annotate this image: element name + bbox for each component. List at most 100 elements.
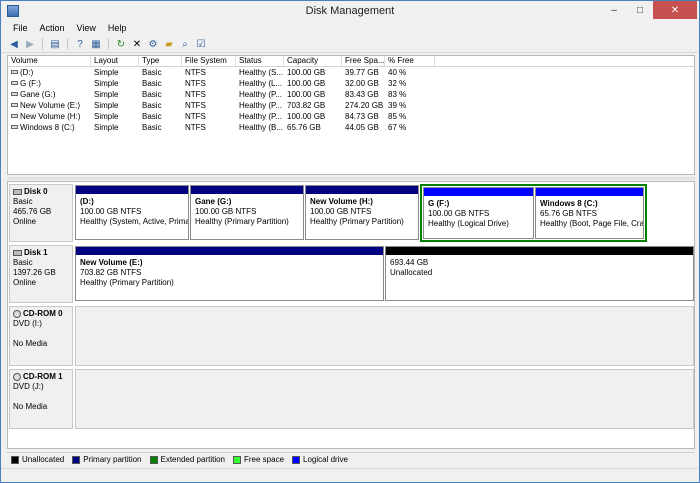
- legend: Unallocated Primary partition Extended p…: [7, 452, 695, 466]
- column-header-capacity[interactable]: Capacity: [284, 56, 342, 66]
- partition-f[interactable]: G (F:) 100.00 GB NTFS Healthy (Logical D…: [423, 187, 534, 239]
- cell-layout: Simple: [91, 111, 139, 122]
- cell-volume: New Volume (E:): [8, 100, 91, 111]
- column-header-percent-free[interactable]: % Free: [385, 56, 435, 66]
- cell-text: Simple: [94, 123, 119, 132]
- search-icon[interactable]: ⌕: [178, 37, 192, 51]
- disk-label-disk-1[interactable]: Disk 1 Basic 1397.26 GB Online: [9, 245, 73, 303]
- table-row[interactable]: Windows 8 (C:) Simple Basic NTFS Healthy (B.…: [8, 122, 694, 133]
- cell-layout: Simple: [91, 100, 139, 111]
- column-header-status[interactable]: Status: [236, 56, 284, 66]
- disk-label-cdrom-1[interactable]: CD-ROM 1 DVD (J:) No Media: [9, 369, 73, 429]
- cell-text: 84.73 GB: [345, 112, 379, 121]
- settings-icon[interactable]: ⚙: [146, 37, 160, 51]
- title-bar[interactable]: Disk Management – □ ✕: [1, 1, 699, 22]
- cell-status: Healthy (L...: [236, 78, 284, 89]
- partition-name: Gane (G:): [195, 197, 232, 206]
- menu-action[interactable]: Action: [34, 22, 71, 36]
- pane-splitter[interactable]: [7, 177, 695, 180]
- partition-c[interactable]: Windows 8 (C:) 65.76 GB NTFS Healthy (Bo…: [535, 187, 644, 239]
- cell-volume: Gane (G:): [8, 89, 91, 100]
- help-icon[interactable]: ?: [73, 37, 87, 51]
- disk-name: CD-ROM 1: [23, 372, 63, 381]
- volume-icon: [11, 114, 18, 118]
- cell-text: 100.00 GB: [287, 79, 326, 88]
- partition-name: Windows 8 (C:): [540, 199, 598, 208]
- cell-text: Healthy (P...: [239, 112, 282, 121]
- open-folder-icon[interactable]: ▰: [162, 37, 176, 51]
- cell-text: Basic: [142, 101, 162, 110]
- primary-partition-band: [191, 186, 303, 194]
- cell-volume: G (F:): [8, 78, 91, 89]
- legend-unallocated: Unallocated: [11, 455, 64, 464]
- menu-help[interactable]: Help: [102, 22, 133, 36]
- minimize-button[interactable]: –: [601, 1, 627, 19]
- cell-type: Basic: [139, 122, 182, 133]
- cell-text: Basic: [142, 90, 162, 99]
- table-row[interactable]: (D:) Simple Basic NTFS Healthy (S... 100.00 G…: [8, 67, 694, 78]
- volume-list-header: Volume Layout Type File System Status Ca…: [8, 56, 694, 67]
- cell-text: Basic: [142, 123, 162, 132]
- disk-label-disk-0[interactable]: Disk 0 Basic 465.76 GB Online: [9, 184, 73, 242]
- disk-type: DVD (J:): [13, 382, 44, 391]
- window-title: Disk Management: [305, 5, 395, 17]
- column-header-file-system[interactable]: File System: [182, 56, 236, 66]
- cdrom-0-media-area[interactable]: [75, 306, 694, 366]
- cell-text: 40 %: [388, 68, 407, 77]
- cell-volume: Windows 8 (C:): [8, 122, 91, 133]
- disk-view-icon[interactable]: ▤: [48, 37, 62, 51]
- cell-text: 85 %: [388, 112, 407, 121]
- partition-status: Healthy (Primary Partition): [195, 217, 289, 226]
- cell-status: Healthy (P...: [236, 111, 284, 122]
- forward-arrow-icon[interactable]: ▶: [23, 37, 37, 51]
- maximize-button[interactable]: □: [627, 1, 653, 19]
- column-header-layout[interactable]: Layout: [91, 56, 139, 66]
- disk-type: Basic: [13, 197, 33, 206]
- column-header-volume[interactable]: Volume: [8, 56, 91, 66]
- menu-bar: File Action View Help: [1, 22, 699, 36]
- disk-status: No Media: [13, 339, 48, 348]
- partition-g[interactable]: Gane (G:) 100.00 GB NTFS Healthy (Primar…: [190, 185, 304, 240]
- table-row[interactable]: G (F:) Simple Basic NTFS Healthy (L... 100.00…: [8, 78, 694, 89]
- cell-text: NTFS: [185, 68, 206, 77]
- cell-text: NTFS: [185, 112, 206, 121]
- table-row[interactable]: New Volume (H:) Simple Basic NTFS Healthy (P…: [8, 111, 694, 122]
- cell-text: Simple: [94, 112, 119, 121]
- delete-icon[interactable]: ✕: [130, 37, 144, 51]
- cell-layout: Simple: [91, 122, 139, 133]
- column-header-type[interactable]: Type: [139, 56, 182, 66]
- toolbar: ◀ ▶ ▤ ? ▦ ↻ ✕ ⚙ ▰ ⌕ ☑: [1, 36, 699, 53]
- partition-d[interactable]: (D:) 100.00 GB NTFS Healthy (System, Act…: [75, 185, 189, 240]
- cell-free-space: 83.43 GB: [342, 89, 385, 100]
- cell-capacity: 100.00 GB: [284, 111, 342, 122]
- partition-e[interactable]: New Volume (E:) 703.82 GB NTFS Healthy (…: [75, 246, 384, 301]
- cell-text: 100.00 GB: [287, 68, 326, 77]
- cell-text: 83.43 GB: [345, 90, 379, 99]
- disk-label-cdrom-0[interactable]: CD-ROM 0 DVD (I:) No Media: [9, 306, 73, 366]
- extended-partition[interactable]: G (F:) 100.00 GB NTFS Healthy (Logical D…: [420, 184, 647, 242]
- checklist-icon[interactable]: ☑: [194, 37, 208, 51]
- partition-unallocated[interactable]: 693.44 GB Unallocated: [385, 246, 694, 301]
- volume-list[interactable]: Volume Layout Type File System Status Ca…: [7, 55, 695, 175]
- partition-name: G (F:): [428, 199, 450, 208]
- toolbar-separator: [108, 38, 109, 50]
- cdrom-1-media-area[interactable]: [75, 369, 694, 429]
- cell-text: Healthy (P...: [239, 101, 282, 110]
- cell-free-space: 39.77 GB: [342, 67, 385, 78]
- menu-file[interactable]: File: [7, 22, 34, 36]
- properties-icon[interactable]: ▦: [89, 37, 103, 51]
- table-row[interactable]: Gane (G:) Simple Basic NTFS Healthy (P... 100…: [8, 89, 694, 100]
- partition-size: 693.44 GB: [390, 258, 429, 267]
- primary-partition-band: [76, 247, 383, 255]
- partition-h[interactable]: New Volume (H:) 100.00 GB NTFS Healthy (…: [305, 185, 419, 240]
- column-header-free-space[interactable]: Free Spa...: [342, 56, 385, 66]
- disk-status: No Media: [13, 402, 48, 411]
- cell-percent-free: 32 %: [385, 78, 435, 89]
- refresh-icon[interactable]: ↻: [114, 37, 128, 51]
- back-arrow-icon[interactable]: ◀: [7, 37, 21, 51]
- close-button[interactable]: ✕: [653, 1, 697, 19]
- legend-label: Logical drive: [303, 455, 348, 464]
- table-row[interactable]: New Volume (E:) Simple Basic NTFS Healthy (P…: [8, 100, 694, 111]
- menu-view[interactable]: View: [71, 22, 102, 36]
- cell-text: 67 %: [388, 123, 407, 132]
